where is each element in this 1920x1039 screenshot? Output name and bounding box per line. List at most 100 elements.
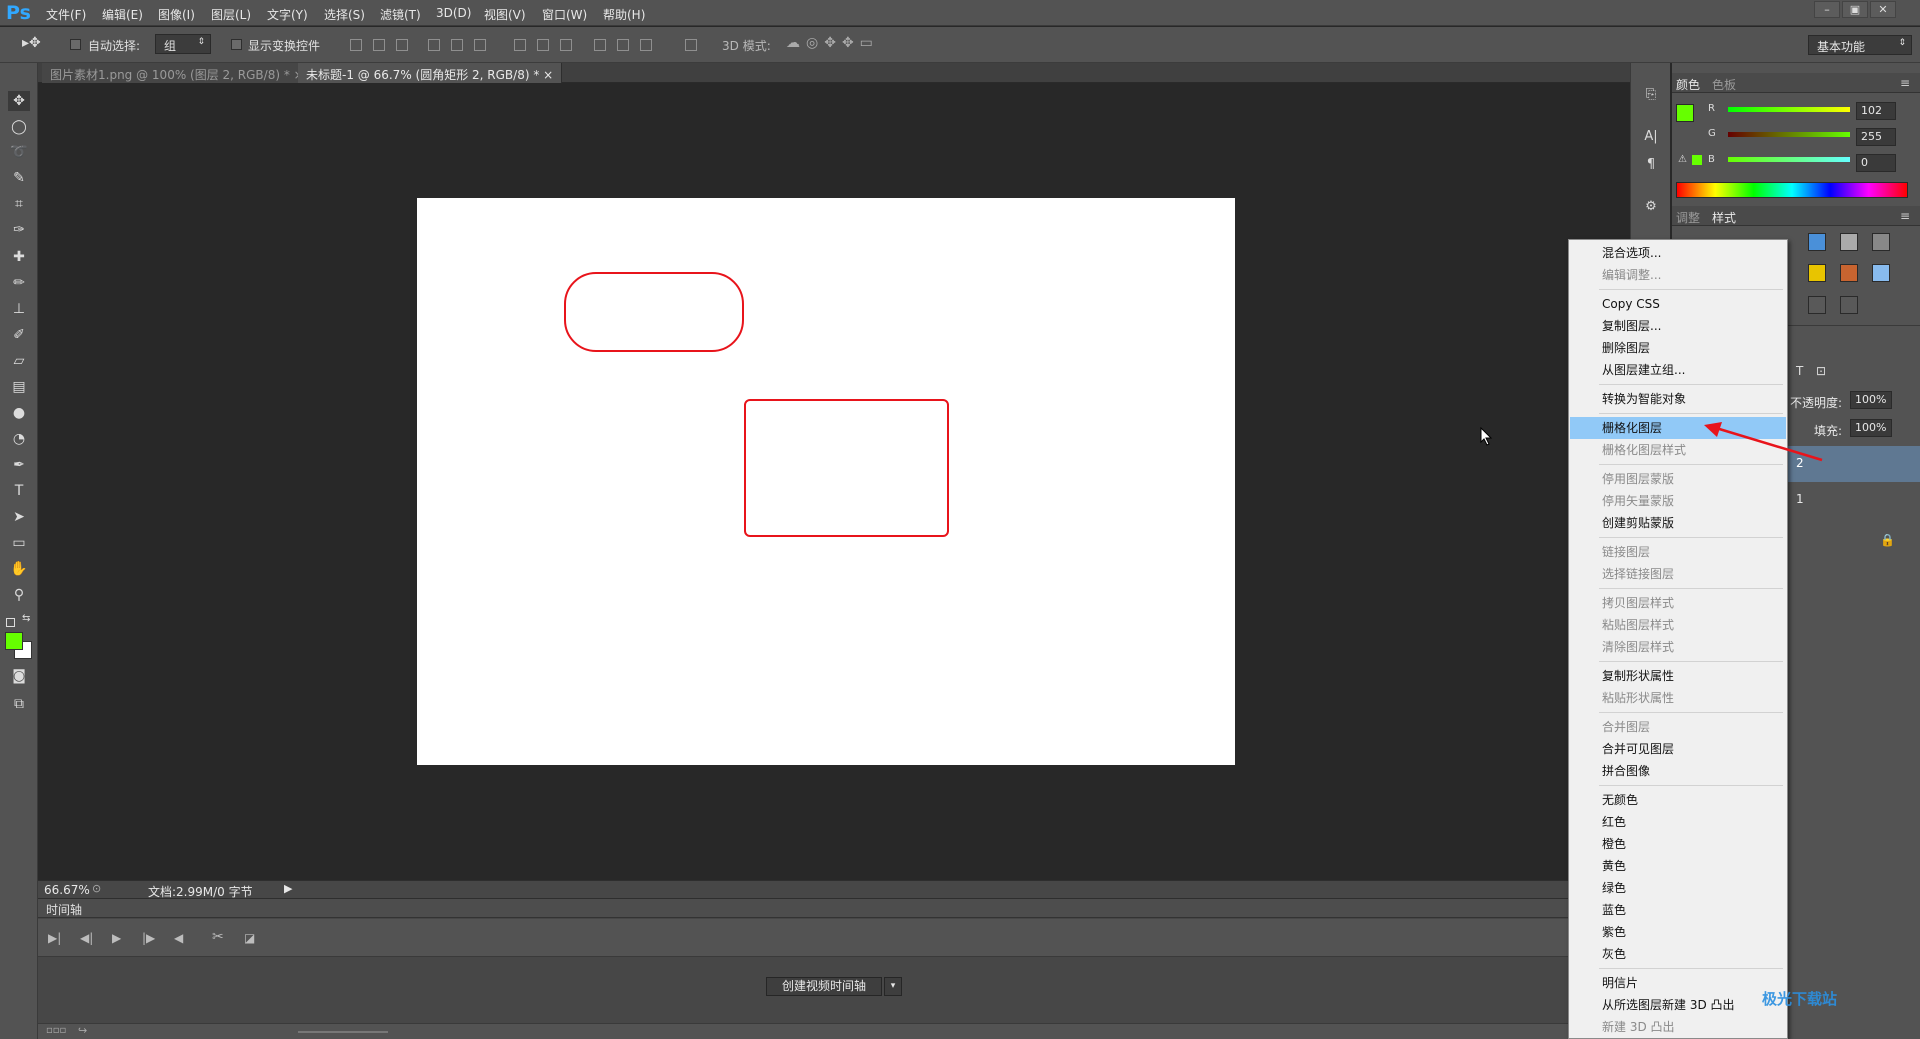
rounded-rectangle-shape[interactable] [564,272,744,352]
menu-edit[interactable]: 编辑(E) [102,6,143,23]
menu-item[interactable]: 从图层建立组... [1570,359,1786,381]
menu-item[interactable]: 无颜色 [1570,789,1786,811]
tab-styles[interactable]: 样式 [1712,209,1736,226]
menu-window[interactable]: 窗口(W) [542,6,587,23]
menu-3d[interactable]: 3D(D) [436,6,471,20]
opacity-input[interactable]: 100% [1850,391,1892,409]
play-icon[interactable]: ▶ [112,931,121,945]
align-hcenter-icon[interactable] [451,39,463,51]
blue-value-input[interactable]: 0 [1856,154,1896,172]
minimize-button[interactable]: – [1814,1,1840,18]
first-frame-icon[interactable]: ▶| [48,931,61,945]
distribute-right-icon[interactable] [640,39,652,51]
menu-view[interactable]: 视图(V) [484,6,526,23]
menu-item[interactable]: 紫色 [1570,921,1786,943]
tab-color[interactable]: 颜色 [1676,76,1700,93]
panel-menu-icon[interactable]: ≡ [1900,76,1910,90]
menu-item[interactable]: 转换为智能对象 [1570,388,1786,410]
menu-item[interactable]: 从所选图层新建 3D 凸出 [1570,994,1786,1016]
split-icon[interactable]: ✂ [212,929,224,945]
blue-slider[interactable] [1728,157,1850,162]
menu-item[interactable]: 蓝色 [1570,899,1786,921]
audio-icon[interactable]: ◀ [174,931,183,945]
quick-mask-icon[interactable]: ◙ [8,666,30,686]
menu-item[interactable]: 复制形状属性 [1570,665,1786,687]
menu-item[interactable]: 明信片 [1570,972,1786,994]
move-tool-preset-icon[interactable]: ▸✥ [22,35,41,51]
render-icon[interactable]: ↪ [78,1024,87,1037]
shape-layer-filter-icon[interactable]: ⊡ [1816,364,1826,378]
status-info-icon[interactable]: ⊙ [92,882,101,895]
show-transform-checkbox[interactable] [231,39,242,50]
green-slider[interactable] [1728,132,1850,137]
gradient-tool-icon[interactable]: ▤ [8,377,30,397]
layer-row[interactable]: 1 [1788,482,1920,518]
align-left-icon[interactable] [428,39,440,51]
tool-presets-icon[interactable]: ⚙ [1641,199,1661,217]
menu-item[interactable]: 橙色 [1570,833,1786,855]
style-swatch[interactable] [1808,233,1826,251]
path-select-tool-icon[interactable]: ➤ [8,507,30,527]
prev-frame-icon[interactable]: ◀| [80,931,93,945]
paragraph-panel-icon[interactable]: ¶ [1641,157,1661,175]
menu-select[interactable]: 选择(S) [324,6,365,23]
menu-item[interactable]: 绿色 [1570,877,1786,899]
menu-item[interactable]: 灰色 [1570,943,1786,965]
align-bottom-icon[interactable] [396,39,408,51]
eyedropper-tool-icon[interactable]: ✑ [8,220,30,240]
menu-item[interactable]: 删除图层 [1570,337,1786,359]
auto-align-icon[interactable] [685,39,697,51]
convert-frames-icon[interactable]: ▫▫▫ [46,1025,66,1036]
eraser-tool-icon[interactable]: ▱ [8,351,30,371]
close-window-button[interactable]: ✕ [1870,1,1896,18]
blur-tool-icon[interactable]: ● [8,403,30,423]
brush-tool-icon[interactable]: ✏ [8,273,30,293]
menu-item[interactable]: 复制图层... [1570,315,1786,337]
tab-image-material[interactable]: 图片素材1.png @ 100% (图层 2, RGB/8) * × [42,63,313,83]
transition-icon[interactable]: ◪ [244,931,255,945]
pen-tool-icon[interactable]: ✒ [8,455,30,475]
timeline-tab[interactable]: 时间轴 [38,899,1630,918]
align-top-icon[interactable] [350,39,362,51]
red-slider[interactable] [1728,107,1850,112]
menu-item[interactable]: 黄色 [1570,855,1786,877]
style-swatch[interactable] [1808,264,1826,282]
character-panel-icon[interactable]: A| [1641,129,1661,147]
menu-item[interactable]: 混合选项... [1570,242,1786,264]
menu-help[interactable]: 帮助(H) [603,6,645,23]
tab-close-icon[interactable]: × [543,68,553,82]
marquee-tool-icon[interactable]: ◯ [8,117,30,137]
zoom-tool-icon[interactable]: ⚲ [8,585,30,605]
menu-item[interactable]: 合并可见图层 [1570,738,1786,760]
workspace-select[interactable]: 基本功能 ⇕ [1808,35,1912,55]
red-value-input[interactable]: 102 [1856,102,1896,120]
color-foreground-swatch[interactable] [1676,104,1694,122]
history-brush-tool-icon[interactable]: ✐ [8,325,30,345]
create-video-timeline-button[interactable]: 创建视频时间轴 [766,977,882,996]
style-swatch[interactable] [1840,264,1858,282]
history-panel-icon[interactable]: ⎘ [1641,87,1661,105]
restore-button[interactable]: ▣ [1842,1,1868,18]
shape-tool-icon[interactable]: ▭ [8,533,30,553]
distribute-hcenter-icon[interactable] [617,39,629,51]
clone-stamp-tool-icon[interactable]: ⊥ [8,299,30,319]
style-swatch[interactable] [1808,296,1826,314]
create-timeline-dropdown-icon[interactable]: ▾ [884,977,902,996]
document-canvas[interactable] [417,198,1235,765]
3d-mode-icons[interactable]: ☁◎✥✥▭ [786,35,879,51]
menu-filter[interactable]: 滤镜(T) [380,6,421,23]
type-tool-icon[interactable]: T [8,481,30,501]
dodge-tool-icon[interactable]: ◔ [8,429,30,449]
next-frame-icon[interactable]: |▶ [142,931,155,945]
style-swatch[interactable] [1840,296,1858,314]
rectangle-shape[interactable] [744,399,949,537]
move-tool-icon[interactable]: ✥ [8,91,30,111]
swap-colors-icon[interactable]: ⇆ [22,613,30,624]
timeline-zoom-slider[interactable] [298,1031,388,1033]
auto-select-target-select[interactable]: 组 ⇕ [155,34,211,54]
lasso-tool-icon[interactable]: ➰ [8,142,30,162]
align-vcenter-icon[interactable] [373,39,385,51]
menu-item[interactable]: Copy CSS [1570,293,1786,315]
green-value-input[interactable]: 255 [1856,128,1896,146]
distribute-vcenter-icon[interactable] [537,39,549,51]
